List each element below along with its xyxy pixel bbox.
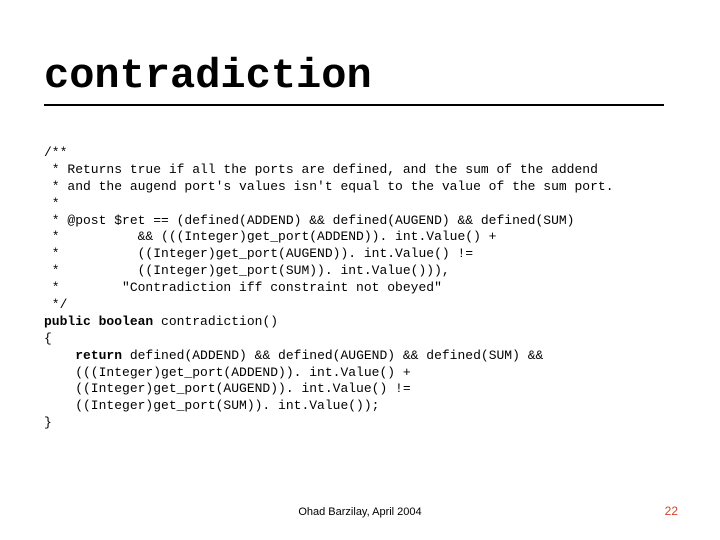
keyword-return: return (75, 348, 122, 363)
code-indent (44, 348, 75, 363)
footer-text: Ohad Barzilay, April 2004 (0, 506, 720, 518)
code-line: * @post $ret == (defined(ADDEND) && defi… (44, 213, 575, 228)
keyword-boolean: boolean (99, 314, 154, 329)
code-line: ((Integer)get_port(AUGEND)). int.Value()… (44, 381, 411, 396)
code-line: * ((Integer)get_port(AUGEND)). int.Value… (44, 246, 473, 261)
code-line: defined(ADDEND) && defined(AUGEND) && de… (122, 348, 543, 363)
function-signature: contradiction() (153, 314, 278, 329)
code-block: /** * Returns true if all the ports are … (44, 145, 614, 432)
slide: contradiction /** * Returns true if all … (0, 0, 720, 540)
code-line: * (44, 196, 60, 211)
code-line: (((Integer)get_port(ADDEND)). int.Value(… (44, 365, 411, 380)
code-line: * and the augend port's values isn't equ… (44, 179, 614, 194)
code-line: * Returns true if all the ports are defi… (44, 162, 598, 177)
code-line: * "Contradiction iff constraint not obey… (44, 280, 442, 295)
code-line: */ (44, 297, 67, 312)
code-line: * ((Integer)get_port(SUM)). int.Value())… (44, 263, 450, 278)
code-line: } (44, 415, 52, 430)
slide-title: contradiction (44, 52, 664, 106)
keyword-public: public (44, 314, 91, 329)
code-line: * && (((Integer)get_port(ADDEND)). int.V… (44, 229, 496, 244)
code-line: /** (44, 145, 67, 160)
code-line: { (44, 331, 52, 346)
code-line: ((Integer)get_port(SUM)). int.Value()); (44, 398, 379, 413)
page-number: 22 (665, 504, 678, 518)
